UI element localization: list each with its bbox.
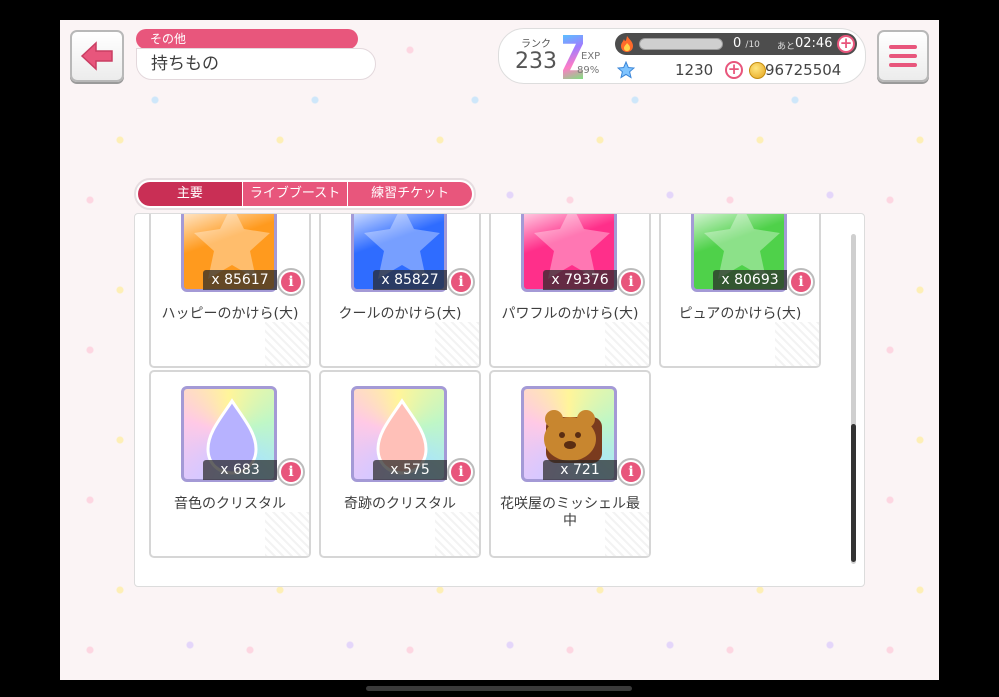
card-decoration [265,512,309,556]
card-decoration [435,322,479,366]
item-name: 音色のクリスタル [174,496,286,512]
page-category: その他 [136,29,358,49]
star-count: 1230 [675,61,714,79]
exp-percent: 89% [577,65,600,76]
stamina-count: 0 /10 [733,36,760,51]
tab-practice-ticket[interactable]: 練習チケット [348,182,472,206]
item-list-panel[interactable]: x 85617 i ハッピーのかけら(大) x 85827 i クールのかけら(大) x 7… [134,213,865,587]
card-decoration [435,512,479,556]
rank-label: ランク [521,39,551,50]
item-info-button[interactable]: i [277,268,305,296]
stamina-bar [639,38,723,50]
info-icon: i [281,462,301,482]
item-count: x 575 [373,460,447,480]
item-name: 花咲屋のミッシェル最中 [500,496,640,529]
item-count: x 85827 [373,270,447,290]
info-icon: i [791,272,811,292]
item-info-button[interactable]: i [447,268,475,296]
back-arrow-icon [80,41,113,71]
item-card[interactable]: x 575 i 奇跡のクリスタル [319,370,481,558]
back-button[interactable] [70,30,124,82]
card-decoration [265,322,309,366]
item-info-button[interactable]: i [787,268,815,296]
menu-button[interactable] [877,30,929,82]
item-card[interactable]: x 721 i 花咲屋のミッシェル最中 [489,370,651,558]
card-decoration [605,322,649,366]
item-name: 奇跡のクリスタル [344,496,456,512]
item-name: パワフルのかけら(大) [501,306,639,322]
star-gem-icon [617,61,635,79]
info-icon: i [451,272,471,292]
tab-main[interactable]: 主要 [138,182,242,206]
scrollbar[interactable] [851,234,856,564]
exp-label: EXP [581,51,601,62]
rank-value: 233 [515,49,557,74]
item-info-button[interactable]: i [447,458,475,486]
item-card[interactable]: x 85617 i ハッピーのかけら(大) [149,214,311,368]
stamina-max: /10 [745,40,760,50]
page-title: 持ちもの [136,48,376,80]
item-count: x 721 [543,460,617,480]
item-category-tabs: 主要 ライブブースト 練習チケット [134,178,476,210]
menu-icon-line [889,54,917,58]
item-info-button[interactable]: i [617,458,645,486]
menu-icon-line [889,45,917,49]
item-count: x 683 [203,460,277,480]
add-stars-button[interactable]: + [725,61,743,79]
game-screen: その他 持ちもの ランク 233 EXP 89% 0 /10 あと 02:46 … [60,20,939,680]
add-stamina-button[interactable]: + [837,35,855,53]
info-icon: i [621,462,641,482]
item-count: x 85617 [203,270,277,290]
title-plate: その他 持ちもの [136,29,376,81]
item-info-button[interactable]: i [617,268,645,296]
info-icon: i [621,272,641,292]
coin-count: 96725504 [765,61,842,79]
tab-live-boost[interactable]: ライブブースト [242,182,348,206]
item-count: x 80693 [713,270,787,290]
item-card[interactable]: x 85827 i クールのかけら(大) [319,214,481,368]
item-grid: x 85617 i ハッピーのかけら(大) x 85827 i クールのかけら(大) x 7… [149,214,829,586]
stamina-row: 0 /10 あと 02:46 + [615,33,857,55]
item-name: ハッピーのかけら(大) [161,306,299,322]
item-info-button[interactable]: i [277,458,305,486]
stamina-current: 0 [733,36,742,51]
stamina-timer-label: あと [777,42,796,52]
coin-icon [749,62,766,79]
stamina-timer: 02:46 [795,36,833,51]
info-icon: i [281,272,301,292]
item-card[interactable]: x 79376 i パワフルのかけら(大) [489,214,651,368]
card-decoration [775,322,819,366]
fire-icon [621,36,633,52]
player-status-panel: ランク 233 EXP 89% 0 /10 あと 02:46 + 1230 + [498,28,866,84]
item-count: x 79376 [543,270,617,290]
home-indicator [366,686,632,691]
item-name: クールのかけら(大) [338,306,462,322]
item-name: ピュアのかけら(大) [678,306,802,322]
item-card[interactable]: x 80693 i ピュアのかけら(大) [659,214,821,368]
menu-icon-line [889,63,917,67]
info-icon: i [451,462,471,482]
item-card[interactable]: x 683 i 音色のクリスタル [149,370,311,558]
scrollbar-thumb[interactable] [851,424,856,562]
